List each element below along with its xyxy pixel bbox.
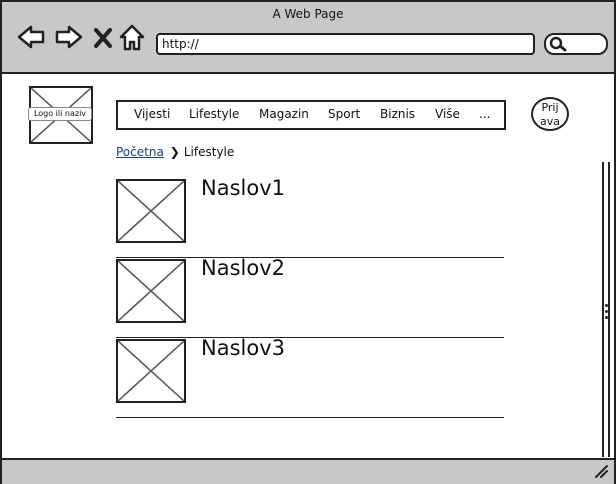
login-label-line1: Prij	[541, 101, 559, 114]
scrollbar-grip-dot	[605, 304, 608, 307]
window-title: A Web Page	[272, 7, 344, 21]
status-bar	[2, 458, 614, 484]
browser-toolbar: A Web Page http://	[2, 2, 614, 74]
forward-arrow-icon[interactable]	[54, 22, 84, 52]
nav-item-magazin[interactable]: Magazin	[259, 107, 309, 121]
search-icon	[549, 36, 567, 52]
article-title[interactable]: Naslov3	[201, 336, 285, 360]
article-thumbnail[interactable]	[116, 339, 186, 403]
site-logo[interactable]: Logo ili naziv	[28, 86, 93, 144]
article-item[interactable]: Naslov1	[116, 176, 504, 258]
resize-grip-icon[interactable]	[594, 464, 608, 478]
scrollbar-grip-dot	[605, 310, 608, 313]
nav-item-more[interactable]: ...	[479, 107, 490, 121]
article-title[interactable]: Naslov2	[201, 256, 285, 280]
home-icon[interactable]	[118, 22, 148, 52]
browser-window: A Web Page http:// Logo ili naziv Vijest…	[0, 0, 616, 484]
login-label-line2: ava	[540, 115, 560, 128]
login-button[interactable]: Prij ava	[531, 97, 569, 131]
search-field[interactable]	[544, 33, 608, 55]
back-arrow-icon[interactable]	[16, 22, 46, 52]
article-title[interactable]: Naslov1	[201, 176, 285, 200]
nav-item-vise[interactable]: Više	[435, 107, 460, 121]
logo-label: Logo ili naziv	[28, 107, 92, 121]
article-item[interactable]: Naslov3	[116, 336, 504, 418]
image-placeholder-icon	[118, 181, 184, 241]
chevron-right-icon: ❯	[169, 145, 180, 159]
breadcrumb: Početna ❯ Lifestyle	[116, 145, 234, 159]
main-navigation: Vijesti Lifestyle Magazin Sport Biznis V…	[116, 100, 506, 130]
image-placeholder-icon	[118, 341, 184, 401]
article-thumbnail[interactable]	[116, 179, 186, 243]
nav-item-biznis[interactable]: Biznis	[380, 107, 415, 121]
scrollbar-grip-dot	[605, 316, 608, 319]
address-bar[interactable]: http://	[156, 33, 535, 55]
breadcrumb-home-link[interactable]: Početna	[116, 145, 164, 159]
image-placeholder-icon	[118, 261, 184, 321]
nav-item-vijesti[interactable]: Vijesti	[134, 107, 170, 121]
nav-item-sport[interactable]: Sport	[328, 107, 360, 121]
breadcrumb-current: Lifestyle	[183, 145, 235, 159]
article-item[interactable]: Naslov2	[116, 256, 504, 338]
nav-item-lifestyle[interactable]: Lifestyle	[189, 107, 239, 121]
article-thumbnail[interactable]	[116, 259, 186, 323]
